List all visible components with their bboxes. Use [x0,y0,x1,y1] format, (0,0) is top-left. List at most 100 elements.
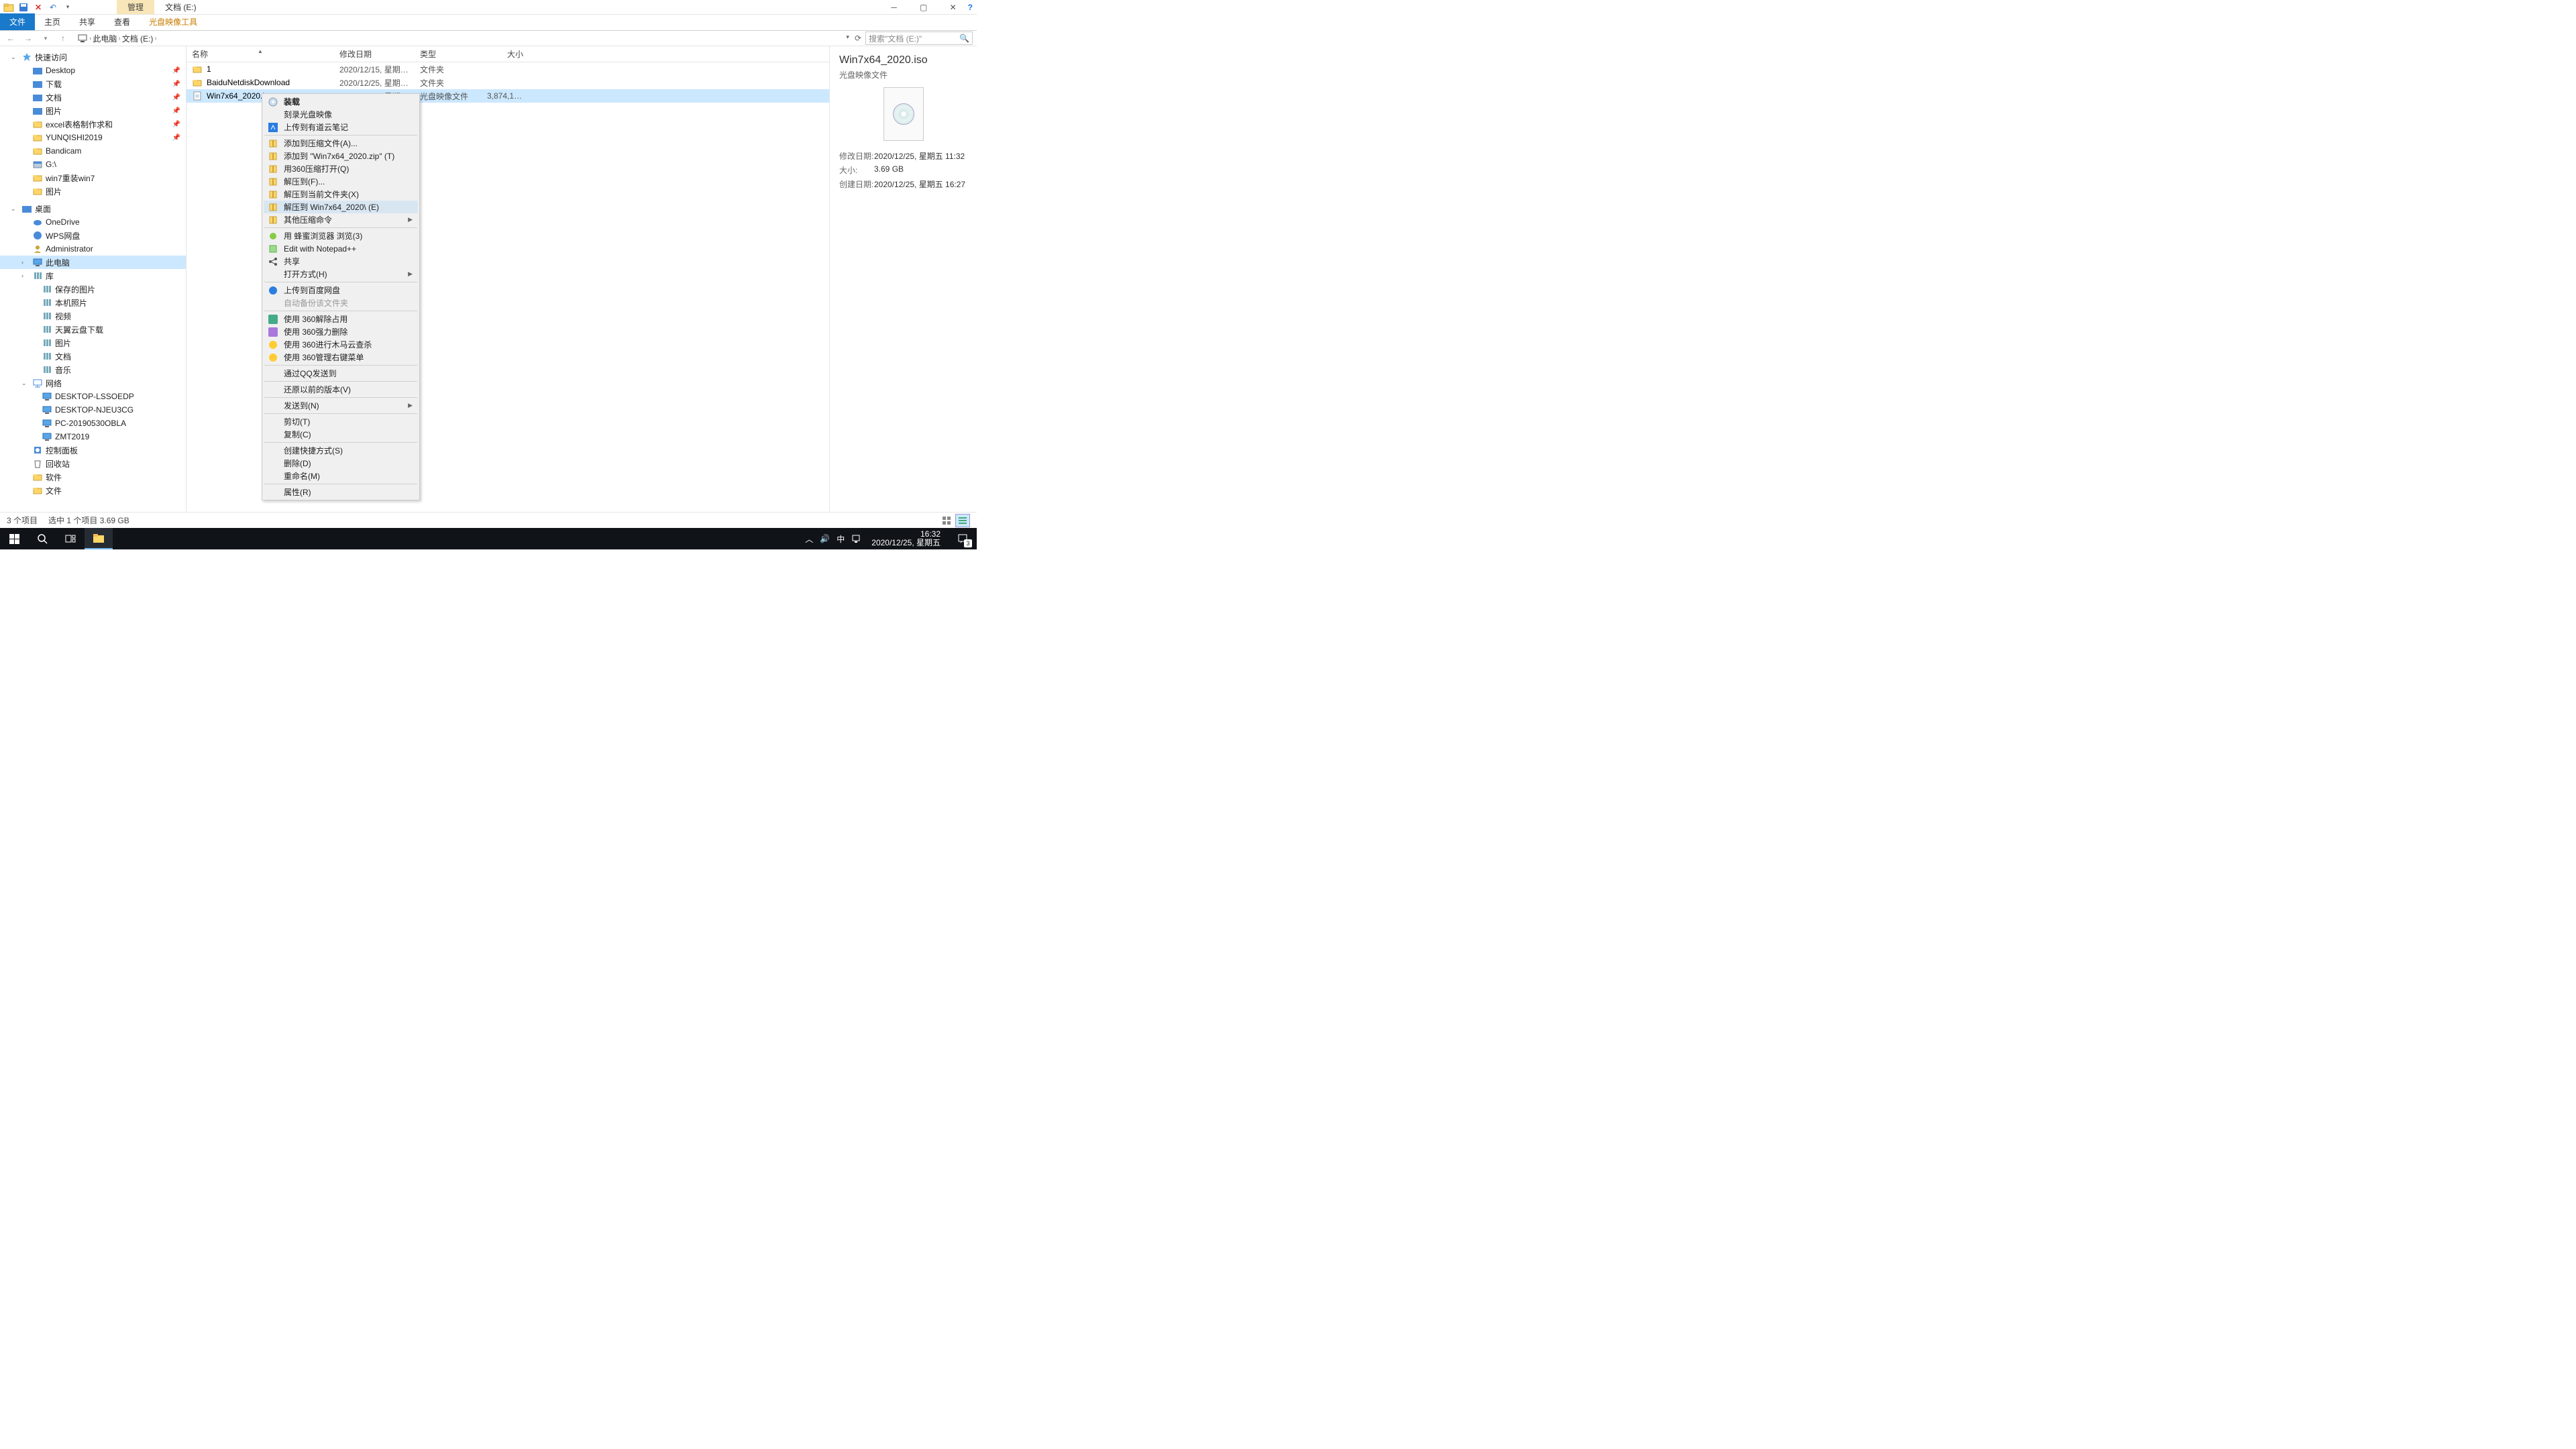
nav-quick-item[interactable]: Bandicam [0,144,186,158]
search-icon[interactable]: 🔍 [959,34,969,43]
expand-icon[interactable]: ⌄ [11,205,19,213]
nav-extra-item[interactable]: 软件 [0,470,186,484]
nav-quick-item[interactable]: win7重装win7 [0,171,186,184]
taskbar-clock[interactable]: 16:32 2020/12/25, 星期五 [867,530,945,547]
nav-quick-item[interactable]: 图片📌 [0,104,186,117]
context-menu-item[interactable]: Edit with Notepad++ [264,242,418,255]
context-menu-item[interactable]: 还原以前的版本(V) [264,383,418,396]
save-icon[interactable] [17,1,30,13]
context-menu-item[interactable]: 打开方式(H)▶ [264,268,418,280]
nav-desktop-item[interactable]: Administrator [0,242,186,256]
breadcrumb-folder[interactable]: 文档 (E:) [122,33,154,44]
context-menu-item[interactable]: 重命名(M) [264,470,418,482]
ribbon-tab-home[interactable]: 主页 [35,13,70,30]
tray-ime-indicator[interactable]: 中 [837,533,845,545]
nav-desktop-item[interactable]: ›库 [0,269,186,282]
column-name[interactable]: 名称▲ [186,48,334,60]
nav-quick-item[interactable]: 下载📌 [0,77,186,91]
up-button[interactable]: ↑ [56,32,70,45]
maximize-button[interactable]: ▢ [909,0,938,15]
refresh-icon[interactable]: ⟳ [855,34,861,43]
context-menu-item[interactable]: 复制(C) [264,428,418,441]
expand-icon[interactable]: › [21,259,30,266]
close-button[interactable]: ✕ [938,0,968,15]
addr-dropdown-icon[interactable]: ▾ [846,34,849,43]
context-menu-item[interactable]: 使用 360强力删除 [264,325,418,338]
context-menu-item[interactable]: 解压到 Win7x64_2020\ (E) [264,201,418,213]
expand-icon[interactable]: ⌄ [11,54,19,61]
ribbon-tab-share[interactable]: 共享 [70,13,105,30]
action-center-button[interactable]: 3 [951,528,974,549]
context-menu-item[interactable]: 其他压缩命令▶ [264,213,418,226]
view-details-button[interactable] [955,514,970,527]
context-menu-item[interactable]: 解压到当前文件夹(X) [264,188,418,201]
nav-network-item[interactable]: DESKTOP-LSSOEDP [0,390,186,403]
file-row[interactable]: BaiduNetdiskDownload 2020/12/25, 星期五 1..… [186,76,829,89]
nav-quick-item[interactable]: G:\ [0,158,186,171]
context-menu-item[interactable]: 使用 360进行木马云查杀 [264,338,418,351]
context-menu-item[interactable]: 使用 360解除占用 [264,313,418,325]
nav-network[interactable]: ⌄网络 [0,376,186,390]
context-menu-item[interactable]: 解压到(F)... [264,175,418,188]
tray-network-icon[interactable] [851,534,861,543]
search-task-button[interactable] [28,528,56,549]
tray-volume-icon[interactable]: 🔊 [820,534,830,543]
delete-icon[interactable]: ✕ [32,1,44,13]
ribbon-tab-file[interactable]: 文件 [0,13,35,30]
start-button[interactable] [0,528,28,549]
view-thumbnails-button[interactable] [939,514,954,527]
context-menu-item[interactable]: 添加到压缩文件(A)... [264,137,418,150]
context-menu-item[interactable]: 用 蜂蜜浏览器 浏览(3) [264,229,418,242]
context-menu-item[interactable]: 上传到百度网盘 [264,284,418,297]
breadcrumb-root[interactable]: 此电脑 [93,33,117,44]
tray-chevron-icon[interactable]: ︿ [805,533,813,545]
context-menu-item[interactable]: 刻录光盘映像 [264,108,418,121]
back-button[interactable]: ← [4,32,17,45]
nav-library-item[interactable]: 本机照片 [0,296,186,309]
forward-button[interactable]: → [21,32,35,45]
ribbon-tab-view[interactable]: 查看 [105,13,140,30]
context-menu-item[interactable]: 属性(R) [264,486,418,498]
task-view-button[interactable] [56,528,85,549]
nav-library-item[interactable]: 保存的图片 [0,282,186,296]
column-size[interactable]: 大小 [482,48,529,60]
nav-quick-item[interactable]: excel表格制作求和📌 [0,117,186,131]
context-menu-item[interactable]: 上传到有道云笔记 [264,121,418,133]
ribbon-tab-iso-tools[interactable]: 光盘映像工具 [140,13,207,30]
minimize-button[interactable]: ─ [879,0,909,15]
dropdown-icon[interactable]: ▾ [62,1,74,13]
explorer-task-button[interactable] [85,528,113,549]
breadcrumb[interactable]: › 此电脑 › 文档 (E:) › [74,32,842,45]
context-menu-item[interactable]: 添加到 "Win7x64_2020.zip" (T) [264,150,418,162]
nav-extra-item[interactable]: 控制面板 [0,443,186,457]
search-box[interactable]: 搜索"文档 (E:)" 🔍 [865,32,973,45]
column-type[interactable]: 类型 [415,48,482,60]
nav-quick-item[interactable]: 文档📌 [0,91,186,104]
nav-network-item[interactable]: ZMT2019 [0,430,186,443]
nav-library-item[interactable]: 文档 [0,350,186,363]
nav-library-item[interactable]: 天翼云盘下载 [0,323,186,336]
nav-library-item[interactable]: 图片 [0,336,186,350]
nav-network-item[interactable]: PC-20190530OBLA [0,417,186,430]
nav-extra-item[interactable]: 文件 [0,484,186,497]
context-menu-item[interactable]: 共享 [264,255,418,268]
nav-quick-item[interactable]: Desktop📌 [0,64,186,77]
help-icon[interactable]: ? [968,0,973,15]
expand-icon[interactable]: › [21,272,30,279]
context-menu-item[interactable]: 删除(D) [264,457,418,470]
nav-desktop-item[interactable]: WPS网盘 [0,229,186,242]
nav-library-item[interactable]: 音乐 [0,363,186,376]
expand-icon[interactable]: ⌄ [21,380,30,387]
undo-icon[interactable]: ↶ [47,1,59,13]
nav-quick-item[interactable]: 图片 [0,184,186,198]
file-row[interactable]: 1 2020/12/15, 星期二 1... 文件夹 [186,62,829,76]
column-date[interactable]: 修改日期 [334,48,415,60]
context-menu-item[interactable]: 装载 [264,95,418,108]
nav-quick-access[interactable]: ⌄快速访问 [0,50,186,64]
context-menu-item[interactable]: 使用 360管理右键菜单 [264,351,418,364]
nav-desktop-item[interactable]: OneDrive [0,215,186,229]
nav-quick-item[interactable]: YUNQISHI2019📌 [0,131,186,144]
nav-network-item[interactable]: DESKTOP-NJEU3CG [0,403,186,417]
nav-desktop[interactable]: ⌄桌面 [0,202,186,215]
nav-desktop-item[interactable]: ›此电脑 [0,256,186,269]
